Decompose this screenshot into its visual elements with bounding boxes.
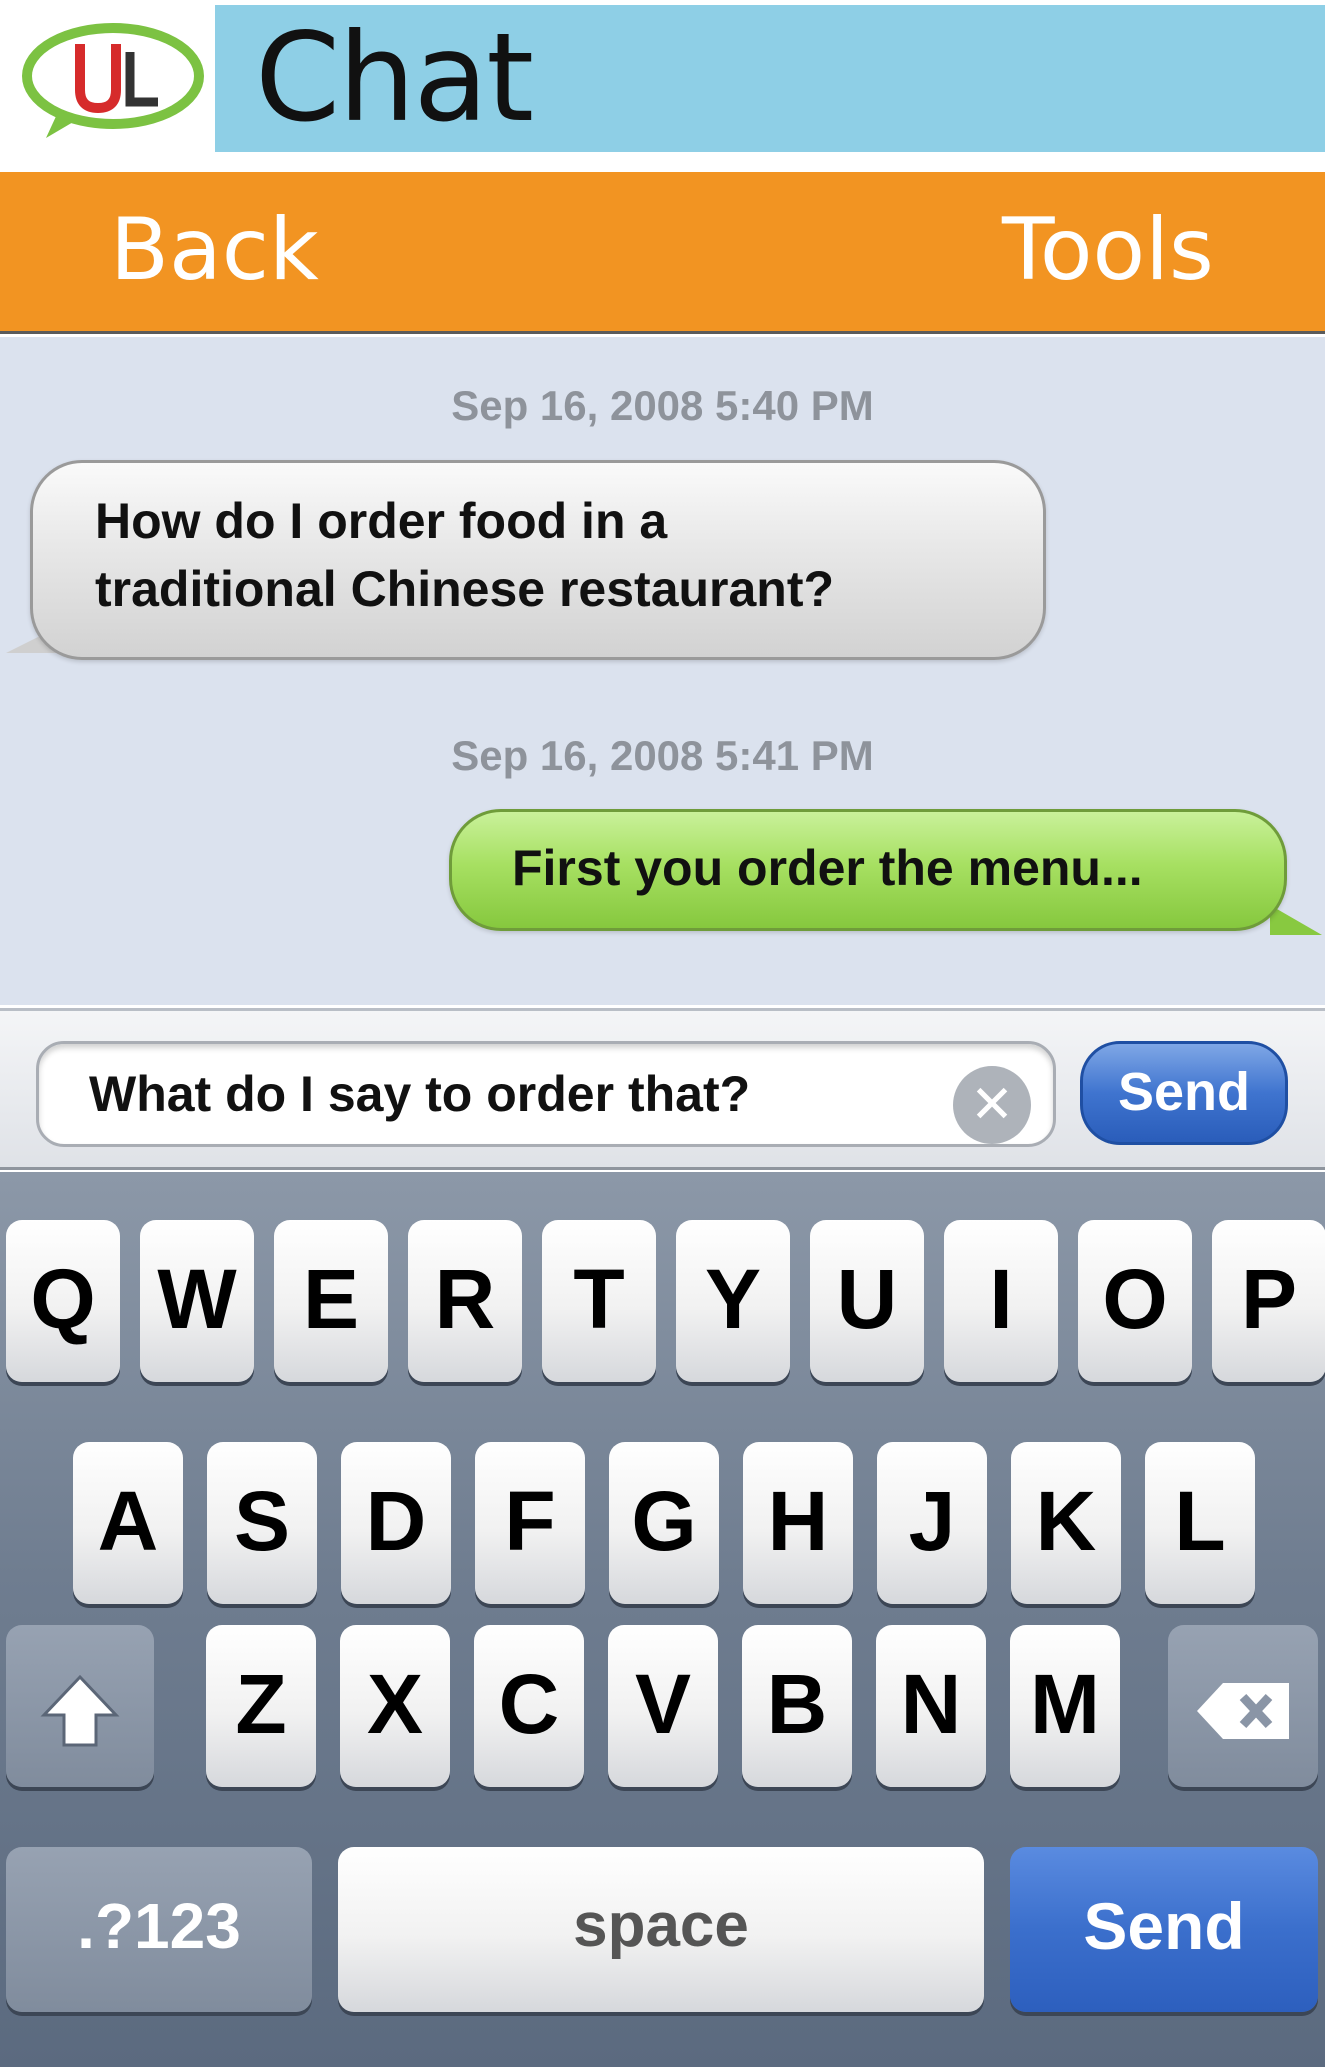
app-header: Chat — [0, 0, 1325, 170]
key-q[interactable]: Q — [6, 1220, 120, 1382]
tools-button[interactable]: Tools — [1002, 200, 1214, 300]
clear-icon[interactable]: ✕ — [953, 1066, 1031, 1144]
send-button[interactable]: Send — [1080, 1041, 1288, 1145]
backspace-icon[interactable] — [1168, 1625, 1318, 1787]
nav-bar: Back Tools — [0, 172, 1325, 334]
page-title: Chat — [255, 7, 534, 149]
key-t[interactable]: T — [542, 1220, 656, 1382]
key-p[interactable]: P — [1212, 1220, 1325, 1382]
message-list: Sep 16, 2008 5:40 PM How do I order food… — [0, 337, 1325, 1005]
key-x[interactable]: X — [340, 1625, 450, 1787]
key-v[interactable]: V — [608, 1625, 718, 1787]
compose-bar: ✕ Send — [0, 1008, 1325, 1170]
key-y[interactable]: Y — [676, 1220, 790, 1382]
key-d[interactable]: D — [341, 1442, 451, 1604]
message-timestamp: Sep 16, 2008 5:41 PM — [451, 732, 874, 779]
key-c[interactable]: C — [474, 1625, 584, 1787]
message-input[interactable] — [36, 1041, 1056, 1147]
outgoing-bubble-tail — [1270, 905, 1322, 935]
key-s[interactable]: S — [207, 1442, 317, 1604]
key-h[interactable]: H — [743, 1442, 853, 1604]
key-r[interactable]: R — [408, 1220, 522, 1382]
key-e[interactable]: E — [274, 1220, 388, 1382]
key-u[interactable]: U — [810, 1220, 924, 1382]
app-logo — [22, 23, 204, 138]
keyboard-send-key[interactable]: Send — [1010, 1847, 1318, 2012]
key-k[interactable]: K — [1011, 1442, 1121, 1604]
shift-icon[interactable] — [6, 1625, 154, 1787]
message-text: First you order the menu... — [512, 840, 1143, 896]
key-g[interactable]: G — [609, 1442, 719, 1604]
key-a[interactable]: A — [73, 1442, 183, 1604]
key-o[interactable]: O — [1078, 1220, 1192, 1382]
key-l[interactable]: L — [1145, 1442, 1255, 1604]
key-b[interactable]: B — [742, 1625, 852, 1787]
back-button[interactable]: Back — [110, 200, 319, 300]
key-i[interactable]: I — [944, 1220, 1058, 1382]
incoming-message-bubble: How do I order food in a traditional Chi… — [30, 460, 1046, 660]
key-m[interactable]: M — [1010, 1625, 1120, 1787]
on-screen-keyboard: QWERTYUIOP ASDFGHJKL ZXCVBNM .?123 space… — [0, 1172, 1325, 2067]
numbers-key[interactable]: .?123 — [6, 1847, 312, 2012]
space-key[interactable]: space — [338, 1847, 984, 2012]
key-f[interactable]: F — [475, 1442, 585, 1604]
title-bar: Chat — [215, 5, 1325, 152]
message-text-line: traditional Chinese restaurant? — [95, 561, 835, 617]
key-n[interactable]: N — [876, 1625, 986, 1787]
message-timestamp: Sep 16, 2008 5:40 PM — [451, 382, 874, 429]
outgoing-message-bubble: First you order the menu... — [449, 809, 1287, 931]
key-z[interactable]: Z — [206, 1625, 316, 1787]
key-w[interactable]: W — [140, 1220, 254, 1382]
key-j[interactable]: J — [877, 1442, 987, 1604]
message-text-line: How do I order food in a — [95, 493, 668, 549]
